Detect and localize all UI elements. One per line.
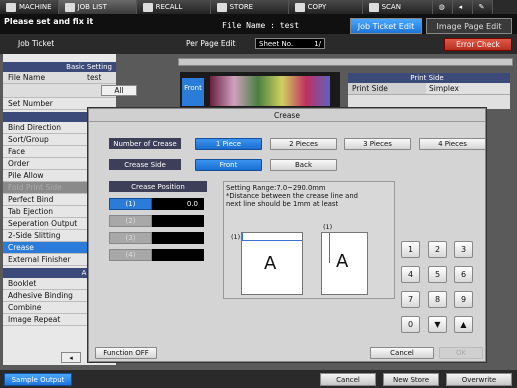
diagram-letter-a-2: A [336,251,349,272]
nav-volume[interactable]: ◂ [452,0,473,14]
setting-range-text: Setting Range:7.0~290.0mm [226,184,326,192]
nav-job-list[interactable]: JOB LIST [58,0,137,14]
crease-line-h-marker [242,233,243,240]
front-tab[interactable]: Front [182,78,204,106]
key-2[interactable]: 2 [428,241,447,258]
crease-side-label: Crease Side [109,159,181,170]
nav-scan[interactable]: SCAN [362,0,433,14]
store-icon [216,2,227,12]
sheet-no-box: Sheet No. 1/ [255,38,325,49]
print-side-row[interactable]: Print Side Simplex [348,83,510,95]
print-side-panel: Print Side Print Side Simplex [348,73,510,109]
diagram-marker-2: (1) [323,223,333,231]
key-9[interactable]: 9 [454,291,473,308]
all-button[interactable]: All [101,85,137,96]
nav-machine[interactable]: MACHINE [0,0,59,14]
position-value-3 [152,232,204,244]
note-line-2: next line should be 1mm at least [226,200,339,208]
nav-globe[interactable]: ◍ [432,0,453,14]
dialog-ok-button: OK [439,347,483,359]
machine-icon [6,2,16,12]
position-row-2: (2) [109,215,204,227]
all-row: All [3,84,137,98]
key-6[interactable]: 6 [454,266,473,283]
piece-1-button[interactable]: 1 Piece [195,138,262,150]
job-list-icon [64,2,75,12]
crease-dialog: Crease Number of Crease 1 Piece 2 Pieces… [88,108,486,362]
file-name: File Name : test [222,21,300,30]
page-scroller[interactable] [178,58,513,66]
diagram-paper-horizontal: A [241,232,303,295]
print-side-header: Print Side [348,73,510,83]
status-message: Please set and fix it [4,17,94,26]
position-row-1[interactable]: (1) 0.0 [109,198,204,210]
volume-icon: ◂ [458,3,463,11]
error-check-button[interactable]: Error Check [444,38,512,51]
scroll-left-button[interactable]: ◂ [61,352,81,363]
crease-line-v [329,233,330,263]
position-row-4: (4) [109,249,204,261]
dialog-title: Crease [89,109,485,122]
key-3[interactable]: 3 [454,241,473,258]
position-value-1: 0.0 [152,198,204,210]
piece-2-button[interactable]: 2 Pieces [270,138,337,150]
diagram-marker-1: (1) [231,233,241,241]
diagram-letter-a-1: A [264,253,277,274]
dialog-cancel-button[interactable]: Cancel [370,347,434,359]
number-of-crease-label: Number of Crease [109,138,181,149]
basic-setting-header: Basic Setting [3,62,116,72]
diagram-paper-vertical: A [321,232,368,295]
position-num-4: (4) [109,249,152,261]
nav-copy[interactable]: COPY [288,0,363,14]
overwrite-button[interactable]: Overwrite [446,373,512,386]
nav-recall[interactable]: RECALL [136,0,211,14]
new-store-button[interactable]: New Store [383,373,439,386]
sub-header: Job Ticket Per Page Edit Sheet No. 1/ Err… [0,34,517,54]
increment-icon[interactable]: ▲ [454,316,473,333]
function-off-button[interactable]: Function OFF [95,347,157,359]
file-name-row[interactable]: File Name test [3,72,116,84]
globe-icon: ◍ [438,3,445,11]
per-page-edit-label: Per Page Edit [186,39,236,48]
top-nav: MACHINE JOB LIST RECALL STORE COPY SCAN … [0,0,517,14]
key-8[interactable]: 8 [428,291,447,308]
position-value-2 [152,215,204,227]
front-button[interactable]: Front [195,159,262,171]
scan-icon [368,2,379,12]
position-row-3: (3) [109,232,204,244]
thumbnail-image [210,76,330,106]
bottom-cancel-button[interactable]: Cancel [320,373,376,386]
crease-position-label: Crease Position [109,181,207,192]
job-ticket-title: Job Ticket [18,39,55,48]
key-4[interactable]: 4 [401,266,420,283]
pin-icon: ✎ [478,3,485,11]
position-num-1[interactable]: (1) [109,198,152,210]
position-num-3: (3) [109,232,152,244]
key-1[interactable]: 1 [401,241,420,258]
nav-store[interactable]: STORE [210,0,289,14]
decrement-icon[interactable]: ▼ [428,316,447,333]
piece-3-button[interactable]: 3 Pieces [344,138,411,150]
crease-line-h [242,240,302,241]
position-num-2: (2) [109,215,152,227]
piece-4-button[interactable]: 4 Pieces [419,138,486,150]
key-0[interactable]: 0 [401,316,420,333]
tab-image-page-edit[interactable]: Image Page Edit [426,18,512,34]
bottom-bar [0,370,517,388]
key-5[interactable]: 5 [428,266,447,283]
sample-output-button[interactable]: Sample Output [4,373,72,386]
tab-job-ticket-edit[interactable]: Job Ticket Edit [350,18,422,34]
recall-icon [142,2,153,12]
position-value-4 [152,249,204,261]
nav-pin[interactable]: ✎ [472,0,493,14]
copy-icon [294,2,305,12]
back-button[interactable]: Back [270,159,337,171]
note-line-1: *Distance between the crease line and [226,192,358,200]
key-7[interactable]: 7 [401,291,420,308]
